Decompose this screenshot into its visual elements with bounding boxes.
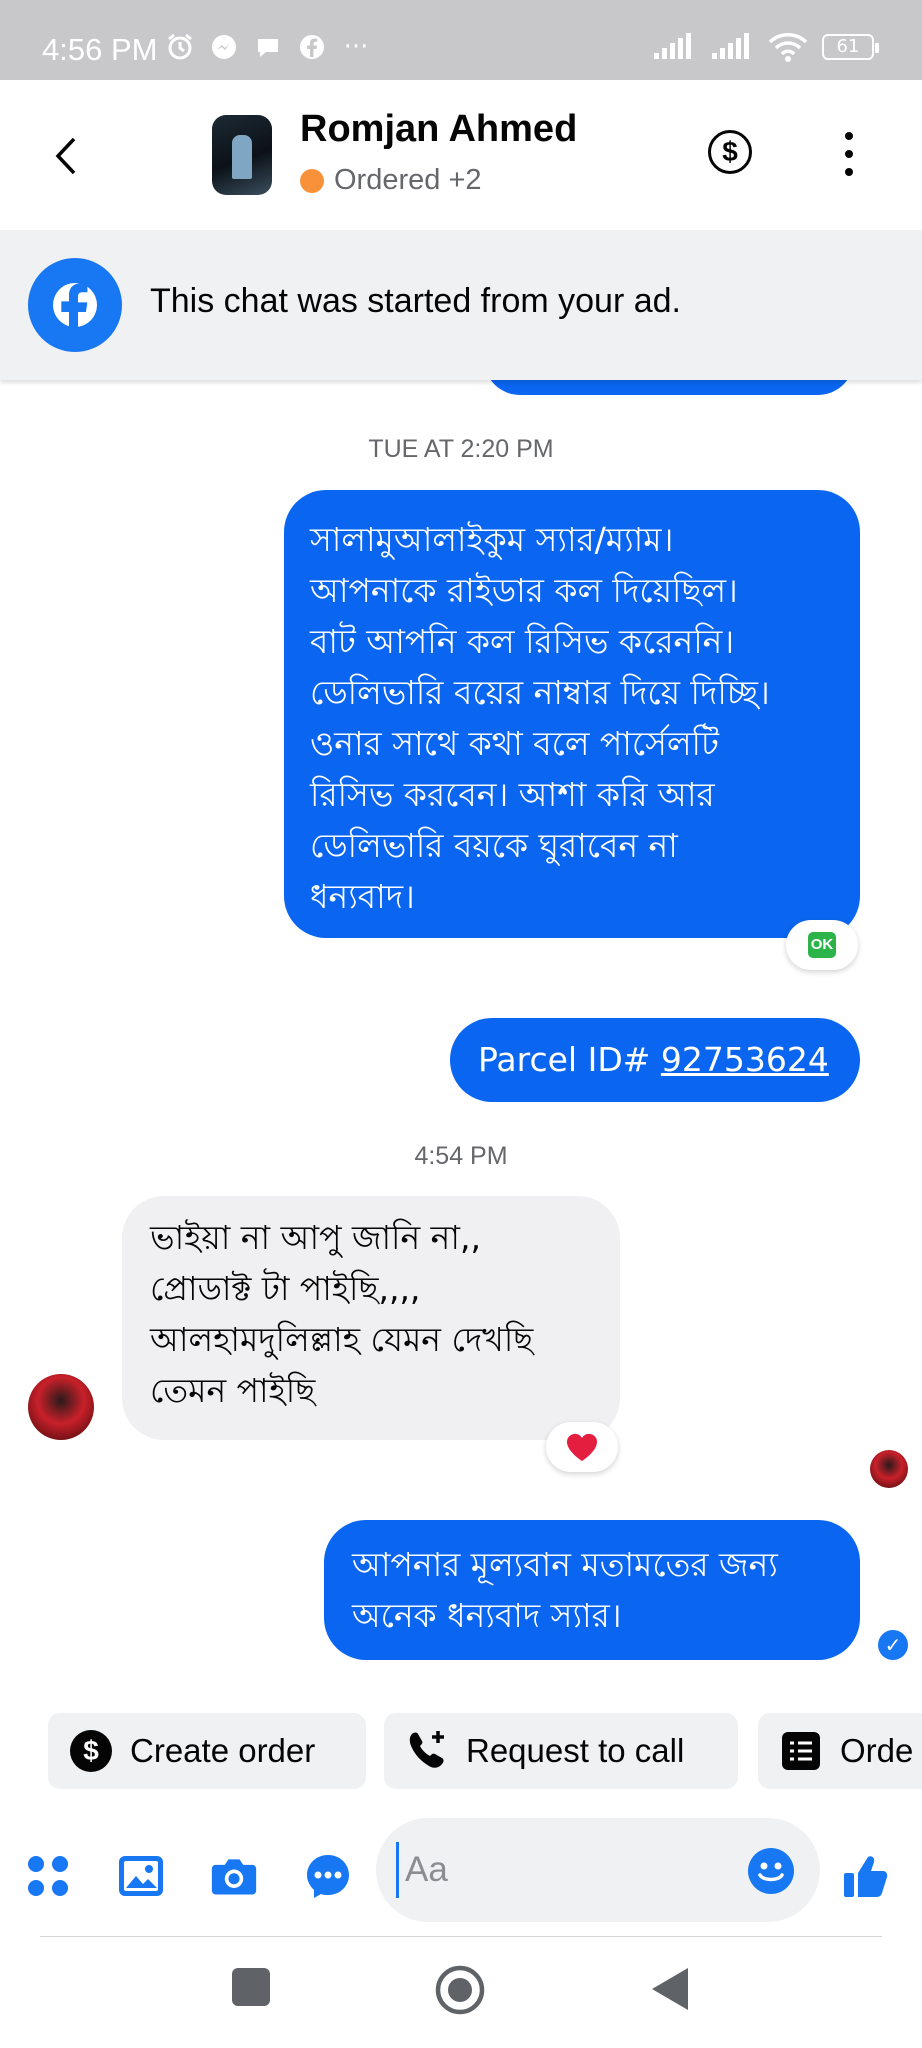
- wifi-icon: [768, 33, 808, 62]
- message-timestamp-2: 4:54 PM: [414, 1142, 508, 1170]
- bottom-divider: [40, 1936, 882, 1937]
- emoji-icon[interactable]: [748, 1848, 794, 1894]
- contact-name[interactable]: Romjan Ahmed: [300, 108, 577, 151]
- payment-dollar-button[interactable]: $: [708, 130, 752, 174]
- contact-status: Ordered +2: [300, 164, 482, 197]
- message-reaction[interactable]: OK: [786, 920, 858, 970]
- orders-button[interactable]: Orde: [758, 1713, 922, 1789]
- battery-icon: 61: [822, 34, 879, 60]
- incoming-message-bubble[interactable]: ভাইয়া না আপু জানি না,, প্রোডাক্ট টা পাই…: [122, 1196, 620, 1440]
- signal-icon-2: [712, 33, 749, 59]
- dollar-circle-icon: $: [68, 1728, 114, 1774]
- svg-text:$: $: [83, 1735, 99, 1766]
- back-arrow-icon[interactable]: [52, 135, 82, 177]
- parcel-id-label: Parcel ID#: [478, 1040, 661, 1079]
- back-nav-button[interactable]: [648, 1966, 692, 2012]
- contact-status-text: Ordered +2: [334, 164, 482, 196]
- ad-banner-text: This chat was started from your ad.: [150, 282, 681, 320]
- like-thumbs-up-icon[interactable]: [840, 1852, 892, 1900]
- gallery-icon[interactable]: [117, 1852, 165, 1900]
- sender-avatar[interactable]: [28, 1374, 94, 1440]
- status-system-icons: 61: [652, 32, 879, 62]
- request-to-call-label: Request to call: [466, 1732, 685, 1769]
- messenger-icon: [209, 32, 239, 62]
- create-order-label: Create order: [130, 1732, 316, 1769]
- message-input[interactable]: [396, 1842, 736, 1898]
- read-receipt-avatar: [870, 1450, 908, 1488]
- message-text: আপনার মূল্যবান মতামতের জন্য অনেক ধন্যবাদ…: [352, 1545, 778, 1635]
- ok-reaction-icon: OK: [808, 932, 836, 958]
- status-notification-icons: ···: [165, 32, 371, 62]
- alarm-icon: [165, 32, 195, 62]
- message-timestamp: TUE AT 2:20 PM: [368, 435, 554, 463]
- outgoing-message-bubble[interactable]: সালামুআলাইকুম স্যার/ম্যাম। আপনাকে রাইডার…: [284, 490, 860, 938]
- camera-icon[interactable]: [210, 1852, 258, 1900]
- facebook-logo-icon: [28, 258, 122, 352]
- apps-grid-icon[interactable]: [24, 1852, 72, 1900]
- chat-bubble-icon: [253, 32, 283, 62]
- chat-extension-icon[interactable]: [304, 1852, 352, 1900]
- facebook-icon: [297, 32, 327, 62]
- parcel-id-link[interactable]: 92753624: [661, 1040, 829, 1079]
- status-time: 4:56 PM: [42, 32, 158, 67]
- conversation-header: Romjan Ahmed Ordered +2 $: [0, 80, 922, 230]
- message-reaction-heart[interactable]: [546, 1422, 618, 1472]
- status-bar: 4:56 PM ··· 61: [0, 0, 922, 80]
- signal-icon: [654, 33, 691, 59]
- home-nav-button[interactable]: [434, 1964, 486, 2016]
- ad-origin-banner: This chat was started from your ad.: [0, 230, 922, 380]
- delivered-check-icon: ✓: [878, 1630, 908, 1660]
- order-status-dot-icon: [300, 168, 324, 193]
- order-list-icon: [778, 1728, 824, 1774]
- message-text: সালামুআলাইকুম স্যার/ম্যাম। আপনাকে রাইডার…: [310, 520, 770, 916]
- outgoing-message-bubble-thanks[interactable]: আপনার মূল্যবান মতামতের জন্য অনেক ধন্যবাদ…: [324, 1520, 860, 1660]
- heart-icon: [566, 1433, 598, 1461]
- more-options-icon[interactable]: [842, 132, 856, 176]
- message-input-container: [376, 1818, 820, 1922]
- contact-avatar[interactable]: [212, 115, 272, 195]
- message-text: ভাইয়া না আপু জানি না,, প্রোডাক্ট টা পাই…: [150, 1218, 534, 1410]
- more-notifications-icon: ···: [343, 32, 369, 62]
- phone-plus-icon: [404, 1728, 450, 1774]
- recents-nav-button[interactable]: [232, 1968, 270, 2006]
- orders-label: Orde: [840, 1732, 914, 1769]
- create-order-button[interactable]: $ Create order: [48, 1713, 366, 1789]
- request-to-call-button[interactable]: Request to call: [384, 1713, 738, 1789]
- outgoing-message-bubble-parcel[interactable]: Parcel ID# 92753624: [450, 1018, 860, 1102]
